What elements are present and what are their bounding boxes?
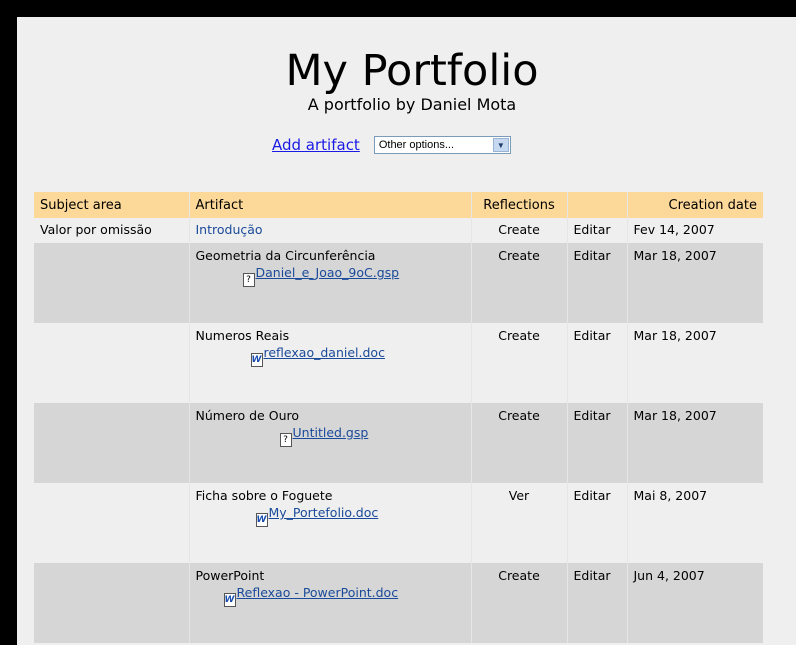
file-link[interactable]: Untitled.gsp	[293, 425, 369, 440]
edit-link[interactable]: Editar	[566, 218, 627, 243]
edit-link[interactable]: Editar	[566, 323, 627, 403]
artifact-cell: Introdução	[188, 218, 471, 243]
artifact-name: Ficha sobre o Foguete	[195, 488, 333, 503]
artifact-file: Wreflexao_daniel.doc	[196, 345, 465, 367]
portfolio-panel: My Portfolio A portfolio by Daniel Mota …	[17, 17, 796, 645]
create-reflection-link[interactable]: Create	[470, 243, 567, 323]
word-doc-icon: W	[250, 353, 263, 367]
column-header-artifact: Artifact	[188, 192, 471, 218]
table-row: Numeros Reais Wreflexao_daniel.doc Create E…	[34, 323, 763, 403]
create-reflection-link[interactable]: Create	[470, 323, 567, 403]
column-header-creation-date: Creation date	[626, 192, 763, 218]
artifact-name: Geometria da Circunferência	[195, 248, 376, 263]
create-reflection-link[interactable]: Create	[470, 563, 567, 643]
artifact-cell: Número de Ouro? Untitled.gsp	[188, 403, 471, 483]
word-doc-icon: W	[255, 513, 268, 527]
file-link[interactable]: reflexao_daniel.doc	[264, 345, 385, 360]
table-row: PowerPoint W Reflexao - PowerPoint.doc Crea…	[34, 563, 763, 643]
creation-date: Fev 14, 2007	[626, 218, 763, 243]
artifact-file: W My_Portefolio.doc	[196, 505, 465, 527]
subject-area-cell	[34, 323, 189, 403]
creation-date: Mar 18, 2007	[626, 243, 763, 323]
unknown-file-icon: ?	[279, 433, 292, 447]
creation-date: Mar 18, 2007	[626, 403, 763, 483]
unknown-file-icon: ?	[242, 273, 255, 287]
artifact-file: W Reflexao - PowerPoint.doc	[196, 585, 465, 607]
edit-link[interactable]: Editar	[566, 483, 627, 563]
other-options-select[interactable]: Other options... ▼	[373, 136, 511, 154]
artifact-cell: Ficha sobre o Foguete W My_Portefolio.doc	[188, 483, 471, 563]
artifact-cell: Geometria da Circunferência? Daniel_e_Joa…	[188, 243, 471, 323]
subject-area-cell	[34, 483, 189, 563]
artifacts-table: Subject area Artifact Reflections Creati…	[34, 192, 763, 643]
artifact-file: ? Untitled.gsp	[196, 425, 465, 447]
page-title: My Portfolio	[285, 46, 539, 96]
artifact-name: Numeros Reais	[195, 328, 290, 343]
edit-link[interactable]: Editar	[566, 403, 627, 483]
artifact-link[interactable]: Introdução	[196, 222, 465, 237]
subject-area-cell	[34, 563, 189, 643]
creation-date: Mar 18, 2007	[626, 323, 763, 403]
edit-link[interactable]: Editar	[566, 243, 627, 323]
subject-area-cell: Valor por omissão	[34, 218, 189, 243]
table-header-row: Subject area Artifact Reflections Creati…	[34, 192, 763, 218]
table-row: Valor por omissão Introdução Create Editar F…	[34, 218, 763, 243]
artifact-cell: Numeros Reais Wreflexao_daniel.doc	[188, 323, 471, 403]
artifact-file: ? Daniel_e_Joao_9oC.gsp	[196, 265, 465, 287]
table-row: Geometria da Circunferência? Daniel_e_Joa…	[34, 243, 763, 323]
artifact-cell: PowerPoint W Reflexao - PowerPoint.doc	[188, 563, 471, 643]
add-artifact-link[interactable]: Add artifact	[272, 136, 360, 154]
file-link[interactable]: Reflexao - PowerPoint.doc	[237, 585, 399, 600]
subject-area-cell	[34, 243, 189, 323]
subject-area-cell	[34, 403, 189, 483]
file-link[interactable]: Daniel_e_Joao_9oC.gsp	[256, 265, 400, 280]
file-link[interactable]: My_Portefolio.doc	[269, 505, 379, 520]
creation-date: Jun 4, 2007	[626, 563, 763, 643]
artifact-name: Número de Ouro	[195, 408, 300, 423]
edit-link[interactable]: Editar	[566, 563, 627, 643]
create-reflection-link[interactable]: Create	[470, 403, 567, 483]
creation-date: Mai 8, 2007	[626, 483, 763, 563]
column-header-edit	[566, 192, 627, 218]
table-row: Ficha sobre o Foguete W My_Portefolio.doc V…	[34, 483, 763, 563]
chevron-down-icon[interactable]: ▼	[492, 138, 509, 152]
page-subtitle: A portfolio by Daniel Mota	[307, 95, 517, 114]
table-row: Número de Ouro? Untitled.gsp Create Editar M…	[34, 403, 763, 483]
create-reflection-link[interactable]: Create	[470, 218, 567, 243]
word-doc-icon: W	[223, 593, 236, 607]
column-header-subject-area: Subject area	[34, 192, 189, 218]
view-reflection-link[interactable]: Ver	[470, 483, 567, 563]
artifact-name: PowerPoint	[195, 568, 265, 583]
options-row: Add artifact Other options... ▼	[272, 134, 511, 156]
column-header-reflections: Reflections	[470, 192, 567, 218]
other-options-value: Other options...	[378, 139, 455, 151]
